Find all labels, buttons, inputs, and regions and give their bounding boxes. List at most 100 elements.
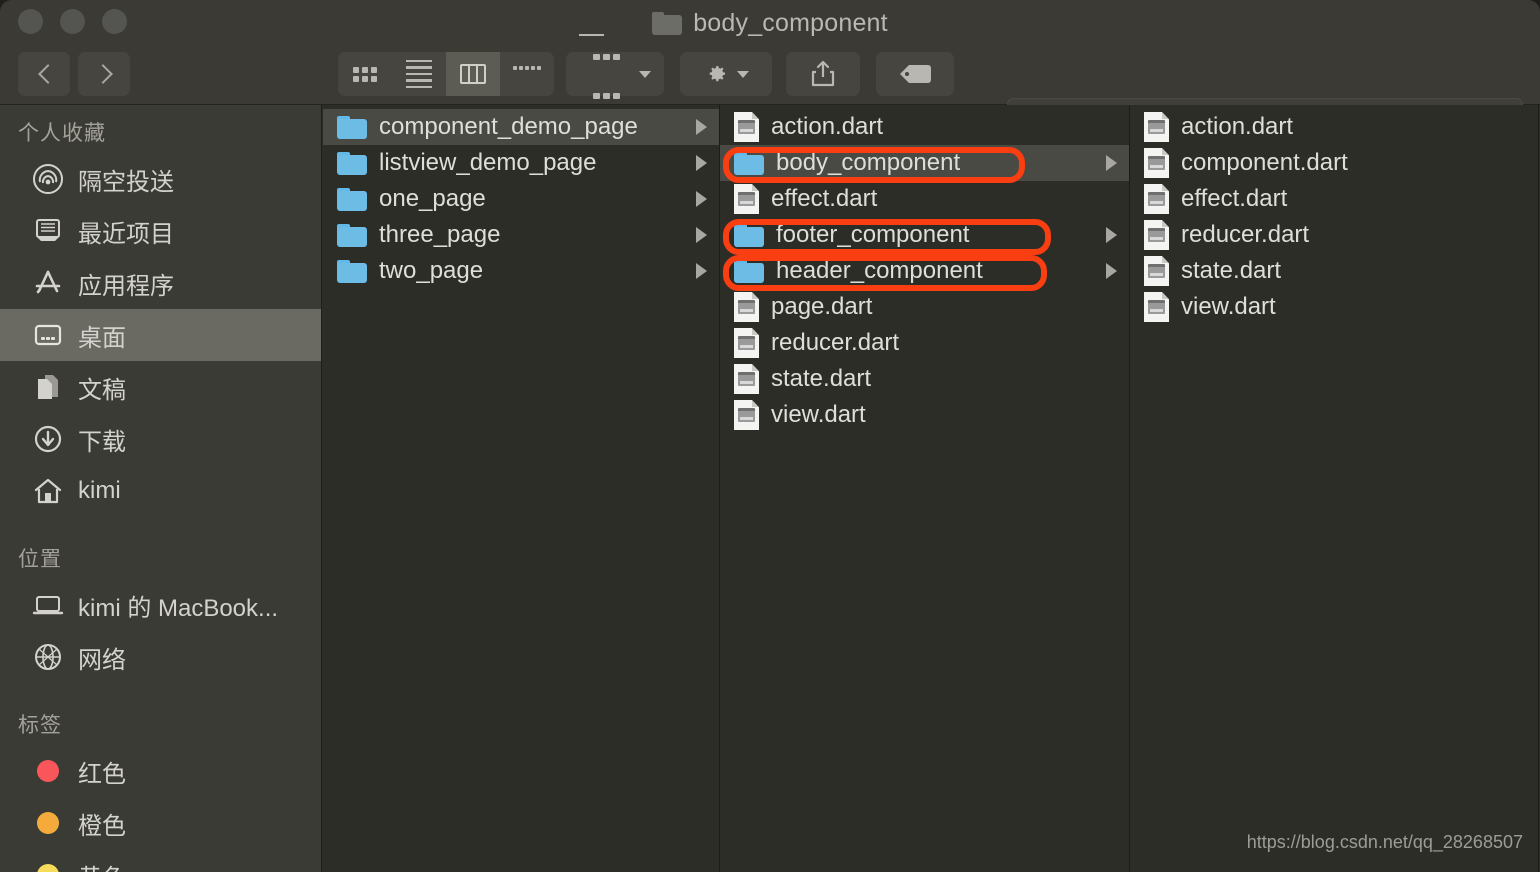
sidebar-item-home[interactable]: kimi <box>0 465 321 517</box>
airdrop-icon <box>32 163 64 195</box>
chevron-right-icon <box>1106 263 1117 279</box>
list-item[interactable]: effect.dart <box>1130 181 1538 217</box>
forward-button[interactable] <box>78 52 130 96</box>
finder-window: body_component 个人收藏 隔空投送 最近项目 应用程序 桌面 文稿… <box>0 0 1540 872</box>
sidebar-item-label: 黄色 <box>78 858 126 872</box>
list-item[interactable]: reducer.dart <box>1130 217 1538 253</box>
list-icon <box>406 59 432 89</box>
sidebar-section-locations-header: 位置 <box>18 548 62 571</box>
desktop-icon <box>32 319 64 351</box>
sidebar-item-tag-orange[interactable]: 橙色 <box>0 797 321 849</box>
item-label: body_component <box>776 149 961 176</box>
sidebar-item-documents[interactable]: 文稿 <box>0 361 321 413</box>
item-label: effect.dart <box>771 185 878 212</box>
sidebar-item-applications[interactable]: 应用程序 <box>0 257 321 309</box>
item-label: reducer.dart <box>771 329 900 356</box>
share-button[interactable] <box>786 52 860 96</box>
recents-icon <box>32 215 64 247</box>
list-item[interactable]: page.dart <box>720 289 1129 325</box>
chevron-right-icon <box>98 63 111 85</box>
folder-icon <box>337 223 367 247</box>
column-3[interactable]: action.dart component.dart effect.dart r… <box>1130 105 1539 872</box>
list-item[interactable]: reducer.dart <box>720 325 1129 361</box>
sidebar-item-airdrop[interactable]: 隔空投送 <box>0 153 321 205</box>
back-button[interactable] <box>18 52 70 96</box>
list-item[interactable]: three_page <box>323 217 719 253</box>
list-item[interactable]: state.dart <box>720 361 1129 397</box>
list-item[interactable]: component_demo_page <box>323 109 719 145</box>
item-label: header_component <box>776 257 983 284</box>
folder-icon <box>337 151 367 175</box>
list-view-button[interactable] <box>392 52 446 96</box>
laptop-icon <box>32 589 64 621</box>
chevron-right-icon <box>1106 155 1117 171</box>
sidebar-item-label: 红色 <box>78 760 126 788</box>
dart-file-icon <box>1144 112 1169 142</box>
list-item[interactable]: header_component <box>720 253 1129 289</box>
gallery-view-button[interactable] <box>500 52 554 96</box>
list-item[interactable]: effect.dart <box>720 181 1129 217</box>
sidebar-item-tag-red[interactable]: 红色 <box>0 745 321 797</box>
list-item[interactable]: two_page <box>323 253 719 289</box>
column-browser: component_demo_page listview_demo_page o… <box>323 105 1540 872</box>
folder-icon <box>337 115 367 139</box>
chevron-right-icon <box>696 263 707 279</box>
share-icon <box>811 60 835 87</box>
arrange-button[interactable] <box>566 34 664 99</box>
column-view-button[interactable] <box>446 52 500 96</box>
sidebar-section-tags-header: 标签 <box>18 714 62 737</box>
sidebar-item-network[interactable]: 网络 <box>0 631 321 683</box>
arrange-icon <box>579 34 630 114</box>
item-label: action.dart <box>771 113 884 140</box>
folder-icon <box>734 259 764 283</box>
list-item[interactable]: action.dart <box>1130 109 1538 145</box>
icon-view-button[interactable] <box>338 52 392 96</box>
home-icon <box>32 475 64 507</box>
action-menu-button[interactable] <box>680 52 772 96</box>
item-label: page.dart <box>771 293 873 320</box>
grid-icon <box>353 66 377 82</box>
sidebar-item-label: kimi <box>78 477 121 504</box>
toolbar: 搜索 <box>0 34 1540 142</box>
column-2[interactable]: action.dart body_component effect.dart f… <box>720 105 1130 872</box>
tags-button[interactable] <box>876 52 954 96</box>
item-label: three_page <box>379 221 501 248</box>
sidebar-item-macbook[interactable]: kimi 的 MacBook... <box>0 579 321 631</box>
sidebar-item-recents[interactable]: 最近项目 <box>0 205 321 257</box>
item-label: state.dart <box>771 365 872 392</box>
view-mode-group <box>338 52 554 96</box>
sidebar-item-label: kimi 的 MacBook... <box>78 594 279 622</box>
titlebar: body_component <box>0 0 1540 142</box>
sidebar-item-label: 文稿 <box>78 376 126 404</box>
list-item[interactable]: body_component <box>720 145 1129 181</box>
list-item[interactable]: component.dart <box>1130 145 1538 181</box>
folder-icon <box>734 151 764 175</box>
sidebar-item-tag-yellow[interactable]: 黄色 <box>0 849 321 872</box>
list-item[interactable]: listview_demo_page <box>323 145 719 181</box>
chevron-down-icon <box>639 70 651 78</box>
sidebar-item-label: 橙色 <box>78 812 126 840</box>
columns-icon <box>460 64 486 84</box>
dart-file-icon <box>1144 184 1169 214</box>
list-item[interactable]: one_page <box>323 181 719 217</box>
chevron-right-icon <box>696 191 707 207</box>
dart-file-icon <box>1144 148 1169 178</box>
list-item[interactable]: footer_component <box>720 217 1129 253</box>
list-item[interactable]: state.dart <box>1130 253 1538 289</box>
item-label: state.dart <box>1181 257 1282 284</box>
chevron-right-icon <box>696 155 707 171</box>
list-item[interactable]: view.dart <box>1130 289 1538 325</box>
item-label: action.dart <box>1181 113 1294 140</box>
list-item[interactable]: view.dart <box>720 397 1129 433</box>
list-item[interactable]: action.dart <box>720 109 1129 145</box>
sidebar-item-desktop[interactable]: 桌面 <box>0 309 321 361</box>
applications-icon <box>32 267 64 299</box>
folder-icon <box>734 223 764 247</box>
column-1[interactable]: component_demo_page listview_demo_page o… <box>323 105 720 872</box>
sidebar-section-favorites-header: 个人收藏 <box>18 122 106 145</box>
dart-file-icon <box>1144 256 1169 286</box>
gallery-icon <box>513 63 541 85</box>
navigation-buttons <box>18 52 130 96</box>
sidebar-item-downloads[interactable]: 下载 <box>0 413 321 465</box>
sidebar[interactable]: 个人收藏 隔空投送 最近项目 应用程序 桌面 文稿 下载 kimi 位置 kim… <box>0 105 322 872</box>
